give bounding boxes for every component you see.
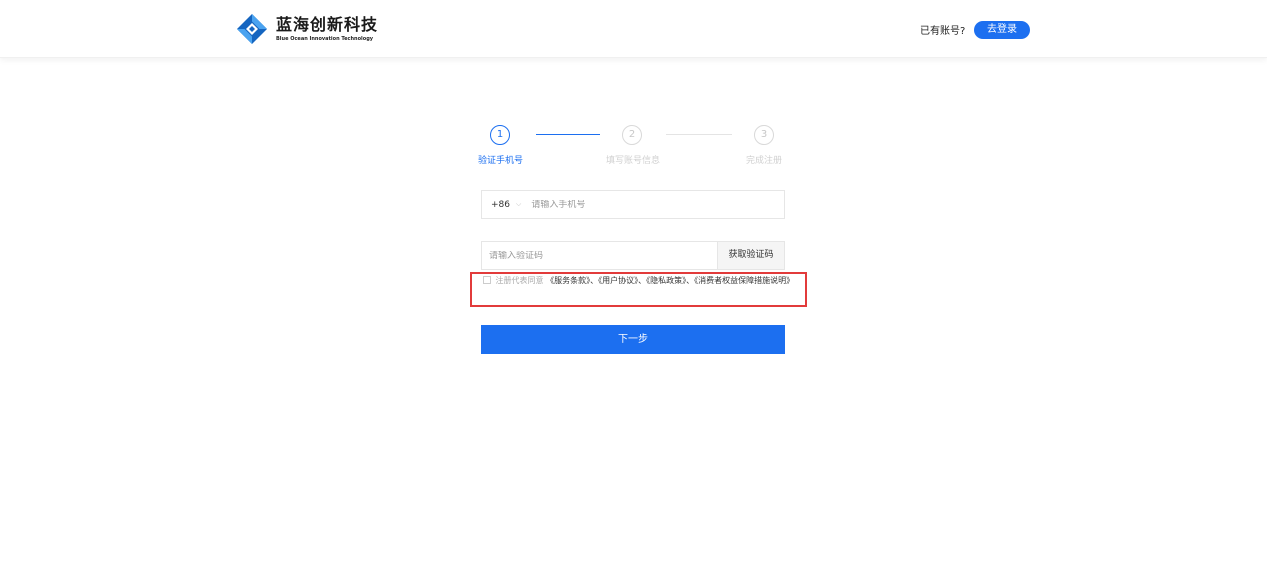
brand-name-en: Blue Ocean Innovation Technology [276,36,374,42]
step-2-circle: 2 [622,125,642,145]
brand-name: 蓝海创新科技 [276,15,379,34]
top-header: 蓝海创新科技 Blue Ocean Innovation Technology … [0,0,1267,58]
login-button[interactable]: 去登录 [974,21,1030,39]
agree-prefix-text: 注册代表同意 [495,276,544,285]
has-account-text: 已有账号? [920,26,966,37]
agree-terms-links[interactable]: 《服务条款》、《用户协议》、《隐私政策》、《消费者权益保障措施说明》 [546,276,794,285]
phone-field: +86 ⌵ [481,190,785,219]
agree-checkbox[interactable] [483,276,491,284]
chevron-down-icon[interactable]: ⌵ [516,200,521,209]
phone-input[interactable] [531,199,752,210]
country-code-select[interactable]: +86 [491,200,510,210]
agreement: 注册代表同意 《服务条款》、《用户协议》、《隐私政策》、《消费者权益保障措施说明… [483,276,805,286]
step-1-label: 验证手机号 [478,156,524,166]
verification-code-input[interactable] [489,250,709,261]
logo-icon [237,14,267,44]
step-connector-2 [666,134,732,135]
get-code-button[interactable]: 获取验证码 [717,242,784,269]
step-3-circle: 3 [754,125,774,145]
brand-logo[interactable]: 蓝海创新科技 Blue Ocean Innovation Technology [236,13,378,45]
step-3-label: 完成注册 [746,156,783,166]
code-field: 获取验证码 [481,241,785,270]
step-2-label: 填写账号信息 [606,156,661,166]
next-step-button[interactable]: 下一步 [481,325,785,354]
step-connector-1 [536,134,600,135]
step-1-circle: 1 [490,125,510,145]
register-steps: 1 2 3 验证手机号 填写账号信息 完成注册 [470,125,800,170]
